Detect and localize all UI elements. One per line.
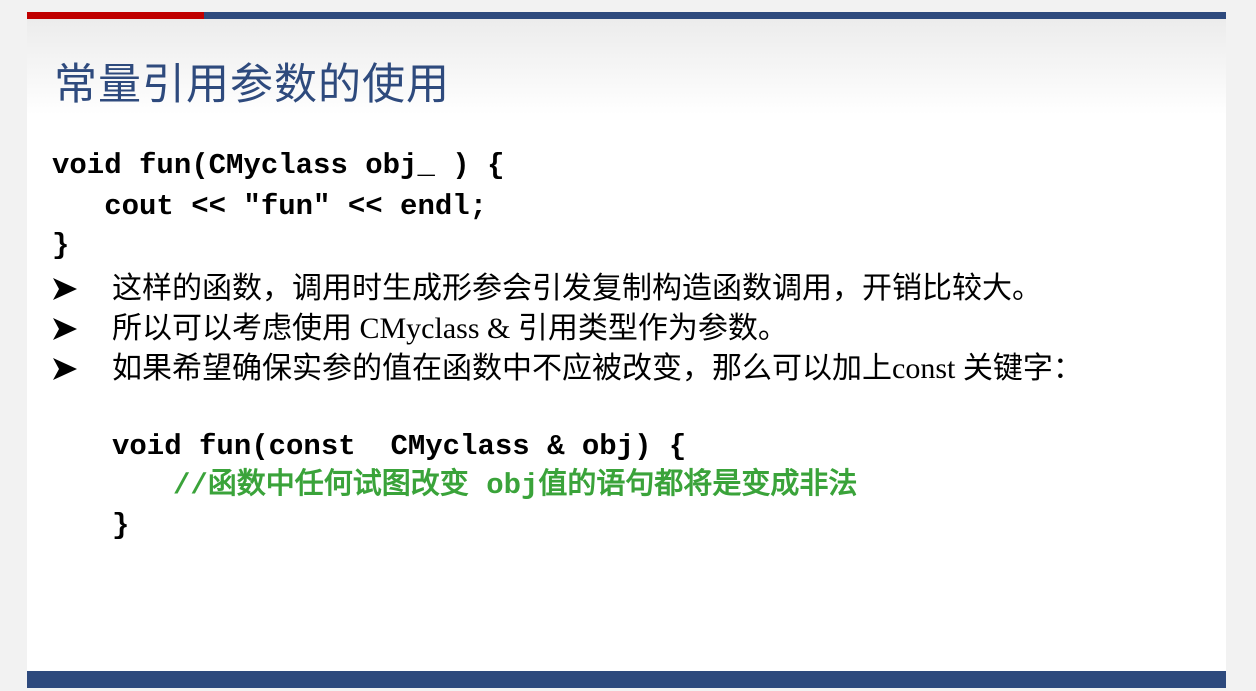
slide: 常量引用参数的使用 void fun(CMyclass obj_ ) { cou… xyxy=(27,12,1226,688)
bullet-text: 如果希望确保实参的值在函数中不应被改变，那么可以加上const 关键字： xyxy=(112,352,1083,385)
arrowhead-bullet-icon xyxy=(53,358,77,380)
code-comment: //函数中任何试图改变 obj值的语句都将是变成非法 xyxy=(173,469,858,502)
bottom-accent-bar xyxy=(27,671,1226,688)
code-line: cout << "fun" << endl; xyxy=(52,190,488,223)
bullet-text: 这样的函数，调用时生成形参会引发复制构造函数调用，开销比较大。 xyxy=(112,272,1042,305)
code-line: void fun(const CMyclass & obj) { xyxy=(112,430,687,463)
slide-title: 常量引用参数的使用 xyxy=(54,60,450,110)
bullet-text: 所以可以考虑使用 CMyclass & 引用类型作为参数。 xyxy=(112,312,788,345)
page: 常量引用参数的使用 void fun(CMyclass obj_ ) { cou… xyxy=(0,0,1256,691)
arrowhead-bullet-icon xyxy=(53,318,77,340)
code-line: } xyxy=(112,509,130,542)
top-accent-bar-red xyxy=(27,12,204,19)
code-line: void fun(CMyclass obj_ ) { xyxy=(52,149,505,182)
arrowhead-bullet-icon xyxy=(53,278,77,300)
code-line: } xyxy=(52,229,70,262)
top-accent-bar xyxy=(27,12,1226,19)
